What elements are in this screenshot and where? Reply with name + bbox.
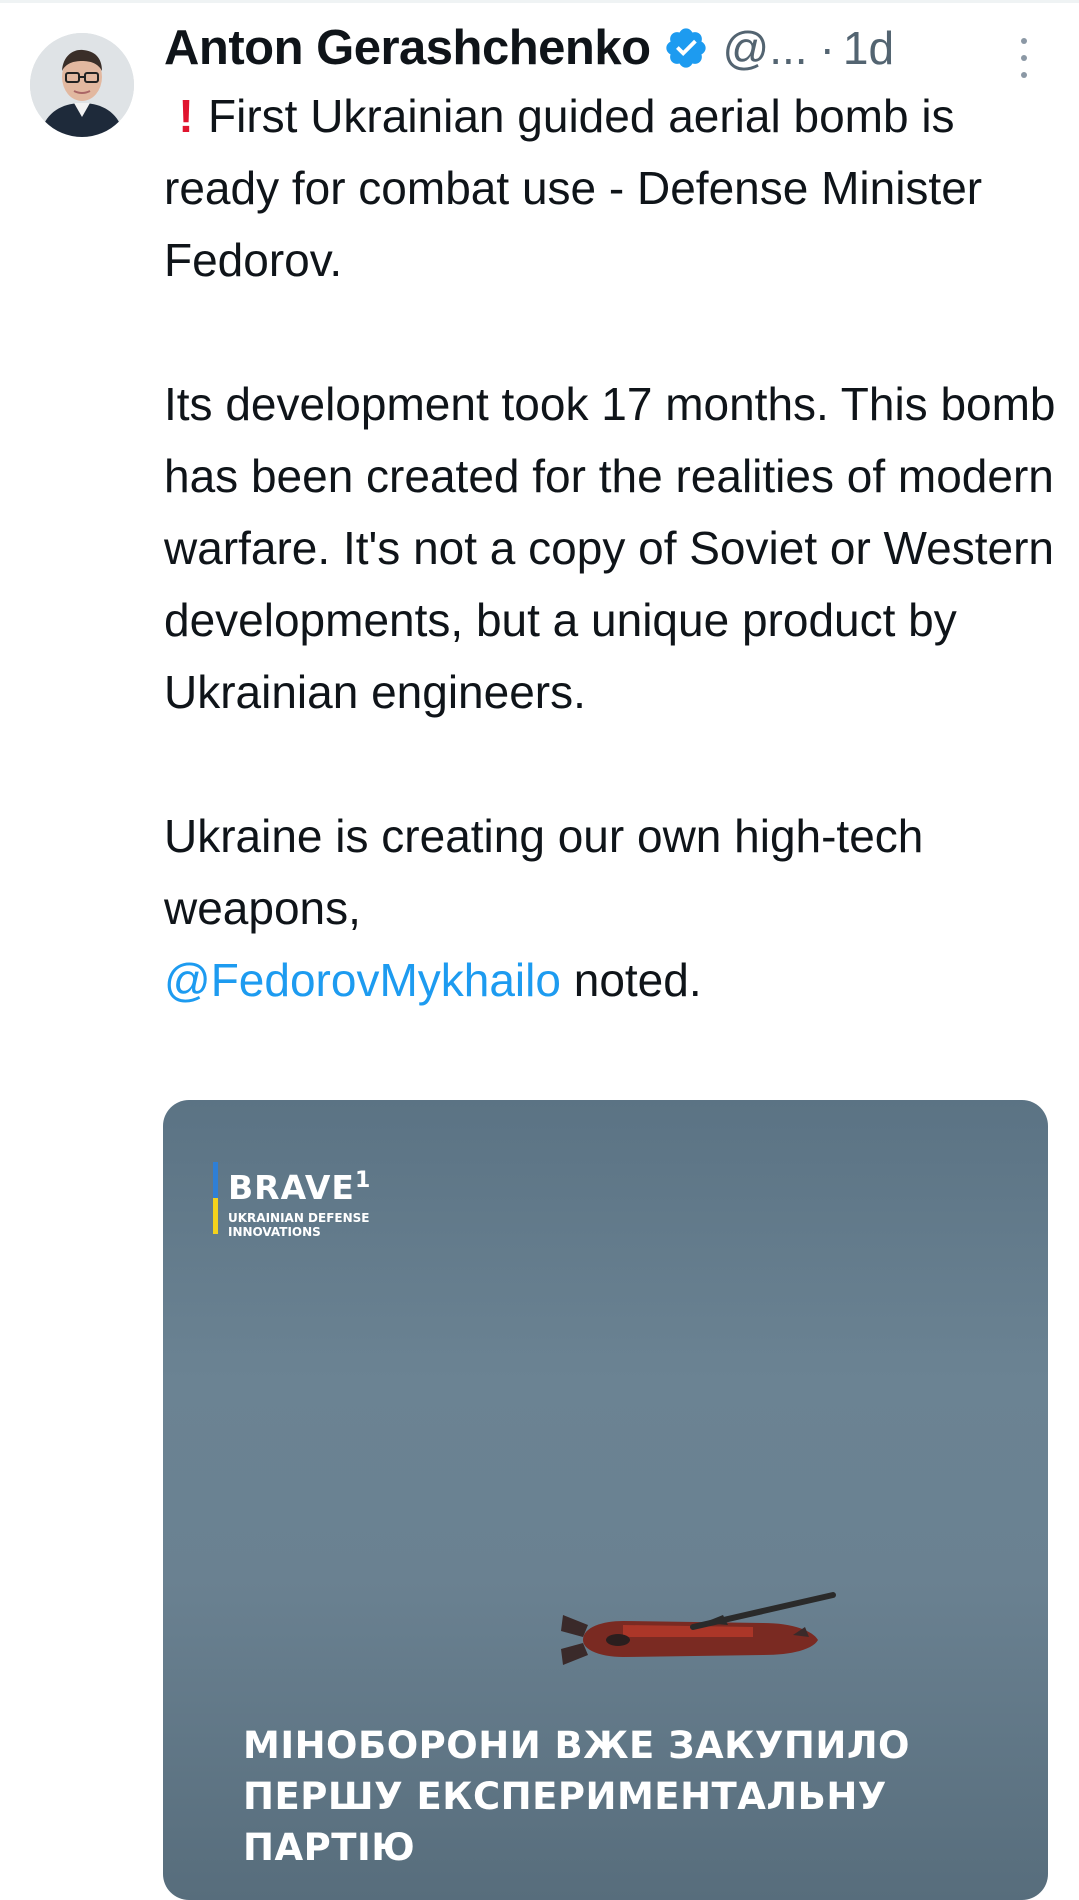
tweet-text: ! First Ukrainian guided aerial bomb is r… bbox=[164, 80, 1064, 1016]
tweet-paragraph-1: ! First Ukrainian guided aerial bomb is r… bbox=[164, 80, 1064, 296]
mention-link[interactable]: @FedorovMykhailo bbox=[164, 954, 561, 1006]
media-video-thumbnail[interactable]: BRAVE1 UKRAINIAN DEFENSE INNOVATIONS МІН… bbox=[163, 1100, 1048, 1900]
guided-bomb-image bbox=[561, 1592, 836, 1665]
brand-subtitle: UKRAINIAN DEFENSE INNOVATIONS bbox=[228, 1211, 370, 1239]
author-handle[interactable]: @... bbox=[723, 21, 808, 75]
separator-dot: · bbox=[819, 22, 835, 74]
tweet-header: Anton Gerashchenko @... · 1d bbox=[164, 16, 1054, 80]
timestamp[interactable]: 1d bbox=[843, 21, 894, 75]
more-options-icon[interactable] bbox=[1012, 38, 1036, 78]
tweet-paragraph-3-text: Ukraine is creating our own high-tech we… bbox=[164, 810, 924, 934]
top-divider bbox=[0, 0, 1079, 3]
brand-name: BRAVE1 bbox=[228, 1168, 372, 1207]
video-caption: МІНОБОРОНИ ВЖЕ ЗАКУПИЛО ПЕРШУ ЕКСПЕРИМЕН… bbox=[243, 1724, 911, 1869]
verified-badge-icon bbox=[663, 25, 709, 71]
tweet-paragraph-1-text: First Ukrainian guided aerial bomb is re… bbox=[164, 90, 983, 286]
tweet-paragraph-2: Its development took 17 months. This bom… bbox=[164, 378, 1056, 718]
author-name[interactable]: Anton Gerashchenko bbox=[164, 20, 651, 76]
avatar-photo bbox=[30, 33, 134, 137]
brave1-logo: BRAVE1 UKRAINIAN DEFENSE INNOVATIONS bbox=[213, 1162, 408, 1239]
red-exclamation-icon: ! bbox=[178, 90, 194, 142]
tweet-paragraph-3-suffix: noted. bbox=[573, 954, 702, 1006]
avatar[interactable] bbox=[30, 33, 134, 137]
tweet-paragraph-3: Ukraine is creating our own high-tech we… bbox=[164, 800, 1064, 1016]
